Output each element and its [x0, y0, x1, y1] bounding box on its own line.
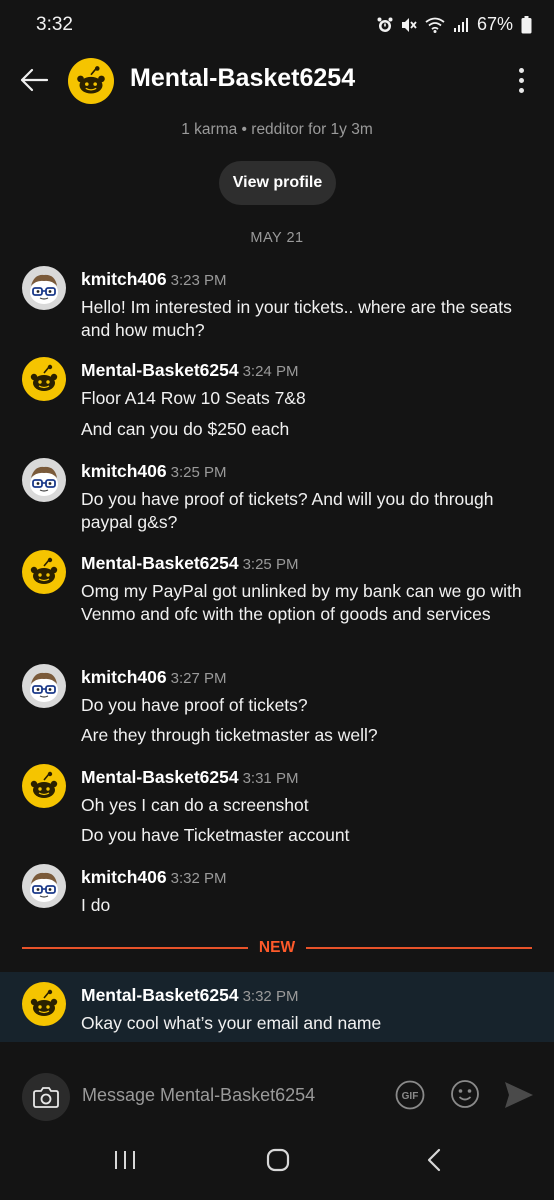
message-text: I do — [81, 895, 111, 915]
send-icon[interactable] — [503, 1080, 535, 1110]
back-button[interactable] — [14, 60, 54, 100]
status-time: 3:32 — [36, 14, 73, 35]
message-text: Oh yes I can do a screenshot — [81, 795, 309, 815]
home-icon[interactable] — [266, 1148, 290, 1172]
more-vertical-icon — [518, 67, 524, 73]
message-username[interactable]: kmitch406 — [81, 461, 167, 481]
message-time: 3:32 PM — [170, 870, 227, 887]
message-time: 3:23 PM — [170, 272, 227, 289]
header-avatar[interactable] — [68, 58, 114, 104]
message-time: 3:25 PM — [170, 464, 227, 481]
gif-label: GIF — [402, 1091, 419, 1102]
message-time: 3:24 PM — [242, 363, 299, 380]
message-text: Are they through ticketmaster as well? — [81, 725, 378, 745]
avatar[interactable] — [22, 550, 66, 594]
view-profile-button[interactable]: View profile — [219, 161, 336, 205]
wifi-icon — [425, 17, 445, 33]
message-username[interactable]: kmitch406 — [81, 667, 167, 687]
camera-icon — [33, 1087, 59, 1108]
message-username[interactable]: Mental-Basket6254 — [81, 360, 239, 380]
avatar[interactable] — [22, 266, 66, 310]
message-time: 3:31 PM — [242, 770, 299, 787]
message-username[interactable]: Mental-Basket6254 — [81, 767, 239, 787]
message-time: 3:32 PM — [242, 988, 299, 1005]
battery-percent: 67% — [476, 14, 513, 34]
page-title: Mental-Basket6254 — [130, 64, 356, 92]
new-messages-divider: NEW — [22, 938, 532, 958]
message-username[interactable]: kmitch406 — [81, 867, 167, 887]
avatar[interactable] — [22, 864, 66, 908]
battery-icon — [521, 15, 532, 33]
avatar[interactable] — [22, 982, 66, 1026]
status-icons: 67% — [377, 14, 532, 35]
message-text: And can you do $250 each — [81, 419, 290, 439]
message-text: Omg my PayPal got unlinked by my bank ca… — [81, 581, 522, 624]
message-text: Okay cool what’s your email and name — [81, 1013, 382, 1033]
message-time: 3:25 PM — [242, 556, 299, 573]
message-text: Hello! Im interested in your tickets.. w… — [81, 297, 512, 340]
mute-icon — [401, 17, 417, 32]
alarm-icon — [377, 17, 393, 32]
message-text: Floor A14 Row 10 Seats 7&8 — [81, 388, 306, 408]
message-time: 3:27 PM — [170, 670, 227, 687]
avatar[interactable] — [22, 458, 66, 502]
emoji-icon[interactable] — [450, 1079, 480, 1109]
message-input[interactable]: Message Mental-Basket6254 — [82, 1085, 315, 1106]
avatar[interactable] — [22, 664, 66, 708]
signal-icon — [453, 17, 468, 32]
gif-icon[interactable]: GIF — [395, 1080, 425, 1110]
message-text: Do you have proof of tickets? — [81, 695, 308, 715]
nav-back-icon[interactable] — [425, 1148, 443, 1172]
user-karma-info: 1 karma • redditor for 1y 3m — [181, 121, 373, 138]
new-label: NEW — [258, 939, 296, 956]
avatar[interactable] — [22, 764, 66, 808]
back-arrow-icon — [20, 68, 49, 92]
message-text: Do you have Ticketmaster account — [81, 825, 350, 845]
message-username[interactable]: Mental-Basket6254 — [81, 985, 239, 1005]
message-username[interactable]: kmitch406 — [81, 269, 167, 289]
recent-apps-icon[interactable] — [113, 1150, 137, 1170]
more-options-button[interactable] — [506, 60, 536, 100]
message-username[interactable]: Mental-Basket6254 — [81, 553, 239, 573]
avatar[interactable] — [22, 357, 66, 401]
message-text: Do you have proof of tickets? And will y… — [81, 489, 494, 532]
camera-button[interactable] — [22, 1073, 70, 1121]
date-separator: MAY 21 — [250, 230, 304, 246]
